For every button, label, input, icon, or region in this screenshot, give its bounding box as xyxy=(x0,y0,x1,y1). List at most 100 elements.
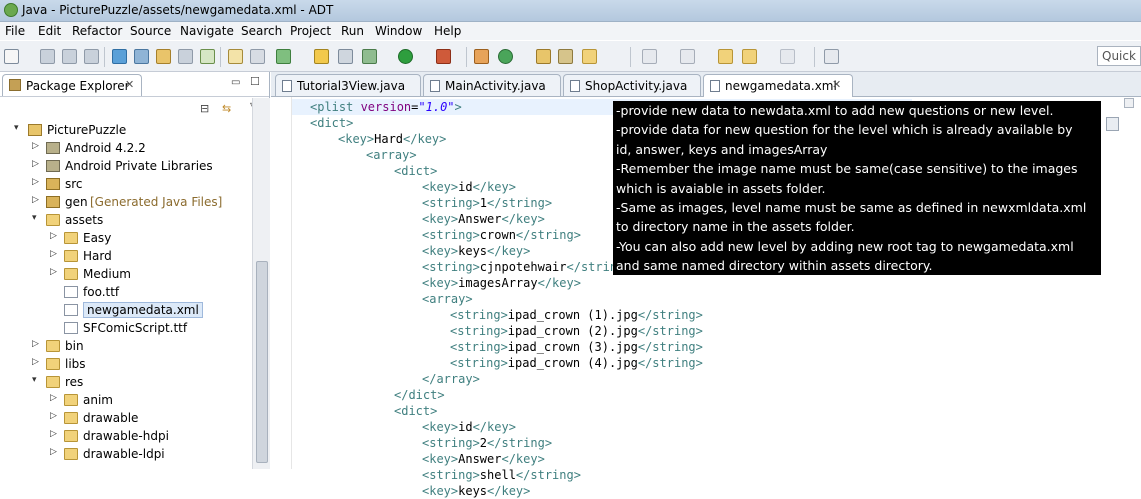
lint-icon[interactable] xyxy=(156,49,171,64)
collapsed-arrow-icon[interactable]: ▷ xyxy=(50,393,59,403)
minimize-icon[interactable]: ▭ xyxy=(231,77,240,88)
tree-item[interactable]: ▷ libs xyxy=(0,356,250,374)
collapse-all-icon[interactable]: ⊟ xyxy=(200,102,209,115)
menu-file[interactable]: File xyxy=(5,24,25,38)
close-icon[interactable]: ✕ xyxy=(832,78,841,91)
save-all-icon[interactable] xyxy=(62,49,77,64)
folder-icon xyxy=(46,340,60,352)
menu-edit[interactable]: Edit xyxy=(38,24,61,38)
run-icon[interactable] xyxy=(398,49,413,64)
new-java-package-icon[interactable] xyxy=(474,49,489,64)
code-token: </array> xyxy=(422,372,480,386)
tree-item[interactable]: ▾ assets xyxy=(0,212,250,230)
annotation-line: -Same as images, level name must be same… xyxy=(616,200,1087,216)
collapsed-arrow-icon[interactable]: ▷ xyxy=(50,267,59,277)
new-xml-icon[interactable] xyxy=(200,49,215,64)
open-task-icon[interactable] xyxy=(558,49,573,64)
menu-refactor[interactable]: Refactor xyxy=(72,24,122,38)
debug-icon[interactable] xyxy=(362,49,377,64)
folder-icon xyxy=(64,232,78,244)
collapsed-arrow-icon[interactable]: ▷ xyxy=(32,159,41,169)
collapsed-arrow-icon[interactable]: ▷ xyxy=(32,339,41,349)
menu-run[interactable]: Run xyxy=(341,24,364,38)
avd-manager-icon[interactable] xyxy=(134,49,149,64)
previous-annotation-icon[interactable] xyxy=(680,49,695,64)
collapsed-arrow-icon[interactable]: ▷ xyxy=(50,447,59,457)
link-with-editor-icon[interactable]: ⇆ xyxy=(222,102,231,115)
maximize-icon[interactable]: ☐ xyxy=(250,75,260,88)
tree-item[interactable]: ▷ src xyxy=(0,176,250,194)
open-file-icon[interactable] xyxy=(228,49,243,64)
tree-item[interactable]: newgamedata.xml xyxy=(0,302,250,320)
expanded-arrow-icon[interactable]: ▾ xyxy=(32,375,41,385)
tree-item[interactable]: ▷ anim xyxy=(0,392,250,410)
menu-window[interactable]: Window xyxy=(375,24,422,38)
quick-access-input[interactable]: Quick Ac xyxy=(1097,46,1141,66)
tree-item[interactable]: ▷ Hard xyxy=(0,248,250,266)
collapsed-arrow-icon[interactable]: ▷ xyxy=(50,249,59,259)
menu-source[interactable]: Source xyxy=(130,24,171,38)
explorer-scrollbar[interactable] xyxy=(252,98,270,469)
tree-item[interactable]: ▷ bin xyxy=(0,338,250,356)
tree-item-label: assets xyxy=(65,213,104,227)
menu-project[interactable]: Project xyxy=(290,24,331,38)
xml-file-icon xyxy=(64,304,78,316)
run-tools-icon[interactable] xyxy=(436,49,451,64)
tree-item[interactable]: SFComicScript.ttf xyxy=(0,320,250,338)
next-annotation-icon[interactable] xyxy=(642,49,657,64)
code-token: cjnpotehwair xyxy=(479,260,567,274)
last-edit-location-icon[interactable] xyxy=(718,49,733,64)
package-explorer-tab[interactable]: Package Explorer ✕ xyxy=(2,74,142,96)
print-icon[interactable] xyxy=(84,49,99,64)
tab-mainactivity[interactable]: MainActivity.java xyxy=(423,74,561,96)
android-sdk-manager-icon[interactable] xyxy=(112,49,127,64)
tree-item[interactable]: ▷ drawable-ldpi xyxy=(0,446,250,464)
tab-newgamedata[interactable]: newgamedata.xml ✕ xyxy=(703,74,853,97)
new-android-project-icon[interactable] xyxy=(178,49,193,64)
close-icon[interactable]: ✕ xyxy=(125,78,134,91)
editor-scrollbar-thumb[interactable] xyxy=(1106,117,1119,131)
expanded-arrow-icon[interactable]: ▾ xyxy=(14,123,23,133)
explorer-scrollbar-thumb[interactable] xyxy=(256,261,268,463)
tab-label: Tutorial3View.java xyxy=(297,79,406,93)
collapsed-arrow-icon[interactable]: ▷ xyxy=(50,231,59,241)
save-icon[interactable] xyxy=(40,49,55,64)
tree-item[interactable]: ▷ Android 4.2.2 xyxy=(0,140,250,158)
code-token: id xyxy=(458,180,473,194)
tree-item[interactable]: ▷ Easy xyxy=(0,230,250,248)
checkmark-icon[interactable] xyxy=(276,49,291,64)
project-icon xyxy=(28,124,42,136)
collapsed-arrow-icon[interactable]: ▷ xyxy=(32,195,41,205)
tab-shopactivity[interactable]: ShopActivity.java xyxy=(563,74,701,96)
tree-item[interactable]: ▾ res xyxy=(0,374,250,392)
forward-icon[interactable] xyxy=(780,49,795,64)
annotation-line: -provide new data to newdata.xml to add … xyxy=(616,103,1054,118)
collapsed-arrow-icon[interactable]: ▷ xyxy=(50,429,59,439)
open-type-icon[interactable] xyxy=(536,49,551,64)
wrench-icon[interactable] xyxy=(250,49,265,64)
new-icon[interactable] xyxy=(4,49,19,64)
open-perspective-icon[interactable] xyxy=(824,49,839,64)
menu-help[interactable]: Help xyxy=(434,24,461,38)
tree-item[interactable]: ▷ drawable xyxy=(0,410,250,428)
tree-item[interactable]: ▷ Medium xyxy=(0,266,250,284)
collapsed-arrow-icon[interactable]: ▷ xyxy=(50,411,59,421)
back-icon[interactable] xyxy=(742,49,757,64)
tree-item[interactable]: ▾ PicturePuzzle xyxy=(0,122,250,140)
expanded-arrow-icon[interactable]: ▾ xyxy=(32,213,41,223)
tree-item[interactable]: ▷ Android Private Libraries xyxy=(0,158,250,176)
collapsed-arrow-icon[interactable]: ▷ xyxy=(32,141,41,151)
collapsed-arrow-icon[interactable]: ▷ xyxy=(32,177,41,187)
tab-tutorial3view[interactable]: Tutorial3View.java xyxy=(275,74,421,96)
menu-search[interactable]: Search xyxy=(241,24,282,38)
code-line: <key>id</key> xyxy=(422,419,516,435)
tree-item[interactable]: ▷ drawable-hdpi xyxy=(0,428,250,446)
tree-item[interactable]: foo.ttf xyxy=(0,284,250,302)
new-wizard-icon[interactable] xyxy=(314,49,329,64)
menu-navigate[interactable]: Navigate xyxy=(180,24,234,38)
new-java-class-icon[interactable] xyxy=(498,49,513,64)
search-icon[interactable] xyxy=(582,49,597,64)
tree-item[interactable]: ▷ gen [Generated Java Files] xyxy=(0,194,250,212)
collapsed-arrow-icon[interactable]: ▷ xyxy=(32,357,41,367)
skip-breakpoints-icon[interactable] xyxy=(338,49,353,64)
